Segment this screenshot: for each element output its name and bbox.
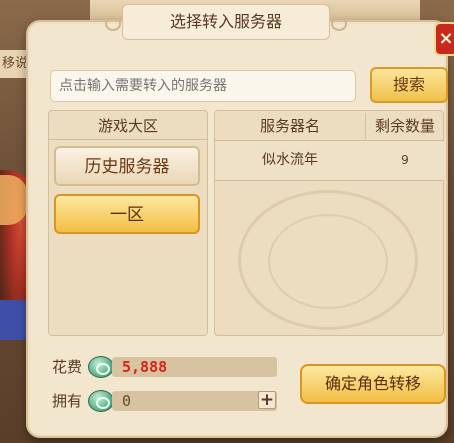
cost-label: 花费 [52, 358, 83, 376]
jade-coin-icon [88, 356, 114, 378]
server-search-input[interactable] [50, 70, 356, 102]
close-button[interactable]: × [434, 22, 454, 56]
row-divider [215, 180, 444, 181]
jade-coin-icon [88, 390, 114, 412]
owned-label: 拥有 [52, 392, 83, 410]
history-servers-button[interactable]: 历史服务器 [54, 146, 200, 186]
owned-value: 0 [112, 391, 277, 411]
server-name-cell: 似水流年 [262, 152, 318, 168]
column-header-remaining: 剩余数量 [374, 117, 435, 135]
region-one-button[interactable]: 一区 [54, 194, 200, 234]
add-currency-button[interactable]: + [258, 391, 276, 409]
column-header-server-name: 服务器名 [259, 117, 320, 135]
cost-value: 5,888 [112, 357, 277, 377]
confirm-transfer-button[interactable]: 确定角色转移 [300, 364, 446, 404]
game-region-header: 游戏大区 [48, 112, 208, 140]
emblem-watermark-inner [268, 214, 388, 309]
remaining-count-cell: 9 [401, 153, 409, 167]
search-button[interactable]: 搜索 [370, 67, 448, 103]
dialog-title: 选择转入服务器 [105, 4, 347, 40]
